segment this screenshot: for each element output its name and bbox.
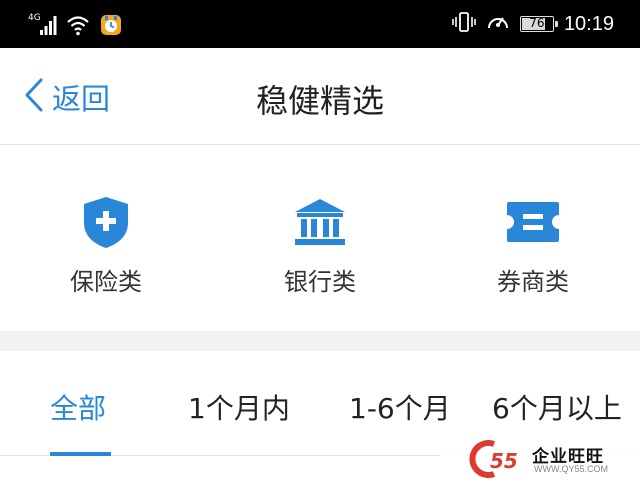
watermark: 55 企业旺旺 WWW.QY55.COM <box>440 430 640 484</box>
battery-percent: 76 <box>529 16 545 30</box>
page-title: 稳健精选 <box>255 82 384 120</box>
tab-over-6-months[interactable]: 6个月以上 <box>492 387 622 427</box>
network-type-label: 4G <box>28 13 41 23</box>
category-broker[interactable]: 券商类 <box>453 192 613 297</box>
ticket-icon <box>503 192 563 252</box>
data-speed-icon <box>486 11 510 37</box>
app-notification-icon <box>100 14 122 36</box>
nav-bar: 返回 稳健精选 <box>0 48 640 145</box>
category-label: 银行类 <box>284 268 356 296</box>
watermark-logo-text: 55 <box>490 449 518 473</box>
category-row: 保险类 银行类 券商类 <box>0 146 640 331</box>
tab-within-1-month[interactable]: 1个月内 <box>188 387 290 427</box>
active-tab-indicator <box>50 452 111 456</box>
status-left: 4G <box>28 12 122 36</box>
category-label: 保险类 <box>70 268 142 296</box>
section-divider <box>0 331 640 351</box>
tab-1-6-months[interactable]: 1-6个月 <box>349 387 451 427</box>
category-insurance[interactable]: 保险类 <box>26 192 186 297</box>
category-bank[interactable]: 银行类 <box>240 192 400 297</box>
status-bar: 4G 76 10:19 <box>0 0 640 48</box>
status-time: 10:19 <box>563 12 614 35</box>
bank-icon <box>290 192 350 252</box>
signal-icon: 4G <box>28 14 58 36</box>
watermark-url: WWW.QY55.COM <box>534 464 608 474</box>
shield-plus-icon <box>76 192 136 252</box>
wifi-icon <box>66 14 90 36</box>
battery-icon: 76 <box>519 16 558 32</box>
tab-all[interactable]: 全部 <box>50 387 106 427</box>
status-right: 76 10:19 <box>452 10 614 38</box>
vibrate-icon <box>452 11 476 37</box>
category-label: 券商类 <box>497 268 569 296</box>
watermark-logo-icon: 55 <box>464 436 528 484</box>
